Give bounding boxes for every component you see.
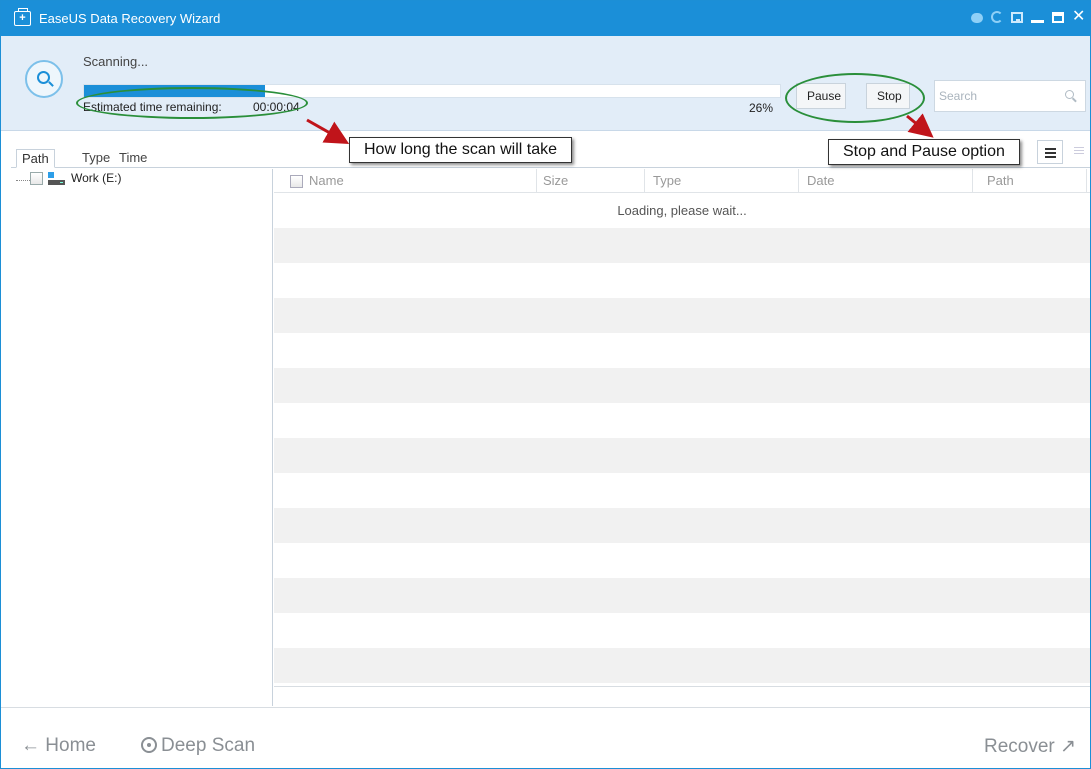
search-input[interactable] — [939, 85, 1057, 107]
scan-progress-fill — [84, 85, 265, 97]
column-date[interactable]: Date — [802, 173, 834, 189]
column-type[interactable]: Type — [648, 173, 681, 189]
tree-checkbox-work[interactable] — [30, 172, 43, 185]
target-icon — [141, 737, 157, 753]
recover-arrow-icon: ↗ — [1060, 736, 1076, 757]
menu-icon[interactable] — [1011, 11, 1023, 23]
file-table: Name Size Type Date Path Loading, please… — [274, 169, 1090, 686]
home-label: Home — [45, 735, 96, 756]
window-title: EaseUS Data Recovery Wizard — [39, 11, 221, 26]
thumbnail-view-icon[interactable] — [1074, 146, 1084, 156]
scan-magnifier-icon — [25, 60, 63, 98]
deep-scan-label: Deep Scan — [161, 735, 256, 756]
time-callout: How long the scan will take — [349, 137, 572, 163]
table-row — [274, 368, 1090, 403]
recover-label: Recover — [984, 736, 1055, 757]
tab-path[interactable]: Path — [16, 149, 55, 168]
window-controls: ✕ — [971, 9, 1086, 25]
scan-progress-bar — [83, 84, 781, 98]
table-row — [274, 438, 1090, 473]
estimated-time-label: Estimated time remaining: — [83, 100, 222, 114]
app-logo-icon: + — [14, 8, 31, 26]
table-row — [274, 298, 1090, 333]
tree-connector — [16, 180, 30, 181]
drive-icon — [48, 172, 65, 185]
pause-button[interactable]: Pause — [796, 83, 846, 109]
table-row — [274, 578, 1090, 613]
recover-button[interactable]: Recover ↗ — [984, 735, 1076, 758]
maximize-icon[interactable] — [1052, 11, 1064, 23]
stop-pause-callout: Stop and Pause option — [828, 139, 1020, 165]
scan-status: Scanning... — [83, 54, 149, 69]
tabs-divider — [11, 167, 1090, 168]
tab-time[interactable]: Time — [114, 149, 152, 168]
column-path[interactable]: Path — [982, 173, 1014, 189]
column-size[interactable]: Size — [538, 173, 568, 189]
estimated-time-value: 00:00:04 — [253, 100, 300, 114]
table-row — [274, 228, 1090, 263]
table-header: Name Size Type Date Path — [274, 169, 1090, 193]
search-icon[interactable] — [1065, 90, 1077, 103]
tab-type[interactable]: Type — [77, 149, 115, 168]
table-row — [274, 648, 1090, 683]
home-button[interactable]: ← Home — [21, 735, 96, 757]
column-name[interactable]: Name — [304, 173, 344, 189]
select-all-checkbox[interactable] — [290, 175, 303, 188]
folder-tree: Work (E:) — [11, 169, 273, 706]
back-arrow-icon: ← — [21, 735, 40, 756]
update-icon[interactable] — [991, 11, 1003, 23]
tree-item-work[interactable]: Work (E:) — [71, 171, 121, 185]
app-window: + EaseUS Data Recovery Wizard ✕ Scanning… — [0, 0, 1091, 769]
scan-panel: Scanning... Estimated time remaining: 00… — [1, 36, 1090, 131]
loading-message: Loading, please wait... — [617, 203, 747, 218]
title-bar: + EaseUS Data Recovery Wizard ✕ — [1, 1, 1090, 36]
progress-percent: 26% — [749, 101, 774, 115]
close-icon[interactable]: ✕ — [1072, 9, 1086, 25]
deep-scan-button[interactable]: Deep Scan — [141, 735, 255, 757]
footer-bar: ← Home Deep Scan Recover ↗ — [1, 707, 1090, 768]
search-box — [934, 80, 1086, 112]
stop-button[interactable]: Stop — [866, 83, 910, 109]
minimize-icon[interactable] — [1031, 19, 1044, 23]
list-view-icon[interactable] — [1037, 140, 1063, 164]
table-footer — [274, 686, 1090, 706]
table-row — [274, 508, 1090, 543]
feedback-icon[interactable] — [971, 13, 983, 23]
